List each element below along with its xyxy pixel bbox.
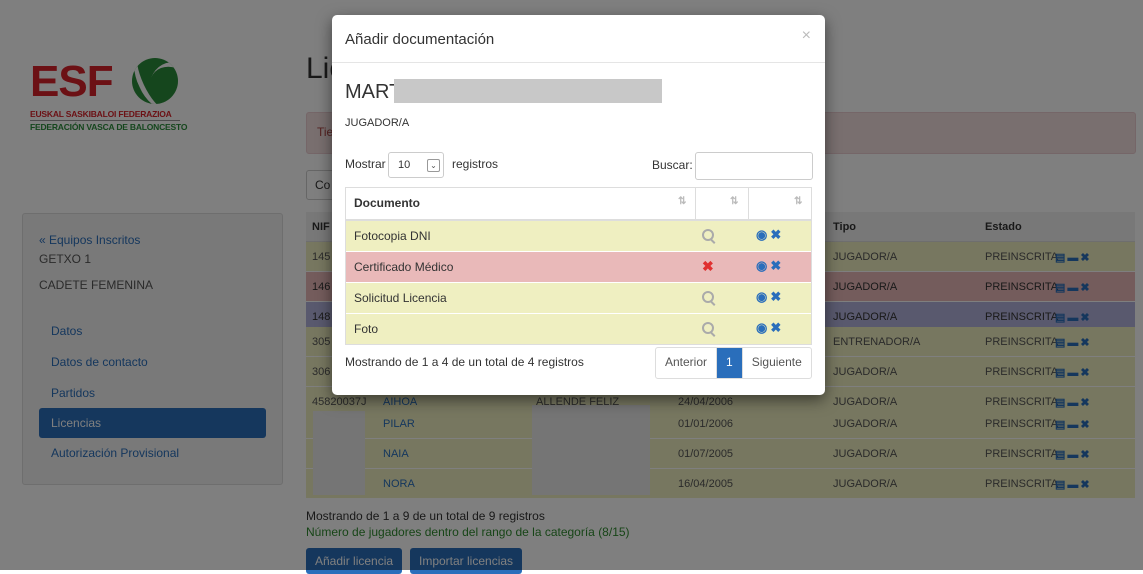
document-row: Foto ◉✖ bbox=[346, 314, 811, 344]
close-icon[interactable]: × bbox=[802, 27, 811, 45]
magnifier-icon[interactable] bbox=[702, 229, 714, 244]
column-divider bbox=[695, 188, 696, 219]
document-row: Fotocopia DNI ◉✖ bbox=[346, 221, 811, 252]
document-name: Foto bbox=[354, 322, 379, 336]
search-input[interactable] bbox=[695, 152, 813, 180]
missing-cross-icon: ✖ bbox=[702, 258, 714, 274]
view-delete-icons[interactable]: ◉✖ bbox=[756, 258, 784, 274]
show-label: Mostrar bbox=[345, 157, 386, 171]
add-documentation-modal: Añadir documentación × MARTA JUGADOR/A M… bbox=[332, 15, 825, 395]
person-role: JUGADOR/A bbox=[345, 117, 410, 129]
document-row: Certificado Médico ✖ ◉✖ bbox=[346, 252, 811, 283]
document-name: Fotocopia DNI bbox=[354, 229, 431, 243]
documents-info: Mostrando de 1 a 4 de un total de 4 regi… bbox=[345, 355, 584, 369]
header-documento[interactable]: Documento bbox=[354, 196, 420, 210]
records-label: registros bbox=[452, 157, 499, 171]
view-delete-icons[interactable]: ◉✖ bbox=[756, 320, 784, 336]
modal-header: Añadir documentación × bbox=[332, 15, 825, 63]
magnifier-icon[interactable] bbox=[702, 291, 714, 306]
documents-table-header: Documento ⇅ ⇅ ⇅ bbox=[346, 188, 811, 221]
page-size-select[interactable]: 10 ⌄ bbox=[388, 152, 444, 178]
redacted-surname bbox=[394, 79, 662, 103]
document-name: Solicitud Licencia bbox=[354, 291, 447, 305]
column-divider bbox=[748, 188, 749, 219]
magnifier-icon[interactable] bbox=[702, 322, 714, 337]
sort-icon[interactable]: ⇅ bbox=[794, 196, 802, 207]
view-delete-icons[interactable]: ◉✖ bbox=[756, 227, 784, 243]
pagination-next[interactable]: Siguiente bbox=[743, 348, 811, 378]
chevron-down-icon: ⌄ bbox=[427, 159, 440, 172]
view-delete-icons[interactable]: ◉✖ bbox=[756, 289, 784, 305]
sort-icon[interactable]: ⇅ bbox=[678, 196, 686, 207]
search-label: Buscar: bbox=[652, 158, 693, 172]
pagination: Anterior 1 Siguiente bbox=[655, 347, 812, 379]
documents-table: Documento ⇅ ⇅ ⇅ Fotocopia DNI ◉✖ Certifi… bbox=[345, 187, 812, 345]
sort-icon[interactable]: ⇅ bbox=[730, 196, 738, 207]
document-row: Solicitud Licencia ◉✖ bbox=[346, 283, 811, 314]
document-name: Certificado Médico bbox=[354, 260, 454, 274]
modal-title: Añadir documentación bbox=[345, 31, 495, 48]
page-size-value: 10 bbox=[398, 159, 411, 171]
pagination-previous[interactable]: Anterior bbox=[656, 348, 718, 378]
pagination-page[interactable]: 1 bbox=[717, 348, 743, 378]
